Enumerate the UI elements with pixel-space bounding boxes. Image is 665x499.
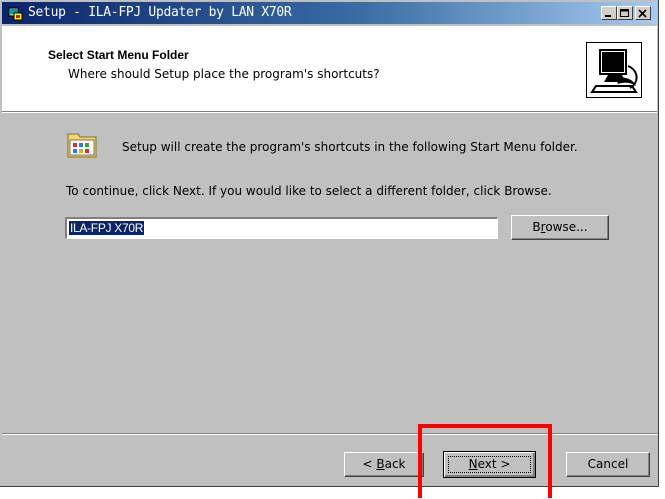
wizard-header: Select Start Menu Folder Where should Se…	[2, 26, 657, 111]
browse-button[interactable]: Browse...	[511, 215, 609, 240]
instruction-text: To continue, click Next. If you would li…	[66, 184, 552, 198]
close-button[interactable]	[635, 6, 651, 20]
start-menu-folder-input[interactable]: ILA-FPJ X70R	[65, 217, 498, 239]
cancel-label: Cancel	[587, 457, 629, 471]
page-title: Select Start Menu Folder	[48, 48, 189, 62]
setup-app-icon	[8, 7, 23, 21]
back-label-1: <	[362, 457, 377, 471]
folder-value-selected: ILA-FPJ X70R	[69, 221, 145, 235]
title-bar[interactable]: Setup - ILA-FPJ Updater by LAN X70R	[2, 2, 657, 24]
start-menu-folder-icon	[67, 133, 97, 158]
setup-window: Setup - ILA-FPJ Updater by LAN X70R Sele…	[0, 0, 659, 487]
back-button[interactable]: < Back	[344, 452, 424, 477]
browse-label-2: owse...	[545, 220, 588, 234]
maximize-button[interactable]	[617, 6, 633, 20]
info-text: Setup will create the program's shortcut…	[122, 140, 578, 154]
back-label-2: ack	[384, 457, 406, 471]
back-label-accel: B	[376, 457, 385, 471]
page-subtitle: Where should Setup place the program's s…	[68, 67, 380, 81]
cancel-button[interactable]: Cancel	[566, 452, 650, 477]
computer-setup-icon	[586, 42, 642, 98]
maximize-icon	[620, 9, 629, 17]
footer-separator	[2, 433, 657, 435]
minimize-icon	[605, 15, 611, 17]
next-highlight-box	[418, 424, 552, 498]
browse-label-1: B	[532, 220, 541, 234]
minimize-button[interactable]	[601, 6, 617, 20]
header-separator	[2, 111, 657, 113]
window-title: Setup - ILA-FPJ Updater by LAN X70R	[28, 5, 292, 20]
close-icon	[638, 9, 647, 18]
